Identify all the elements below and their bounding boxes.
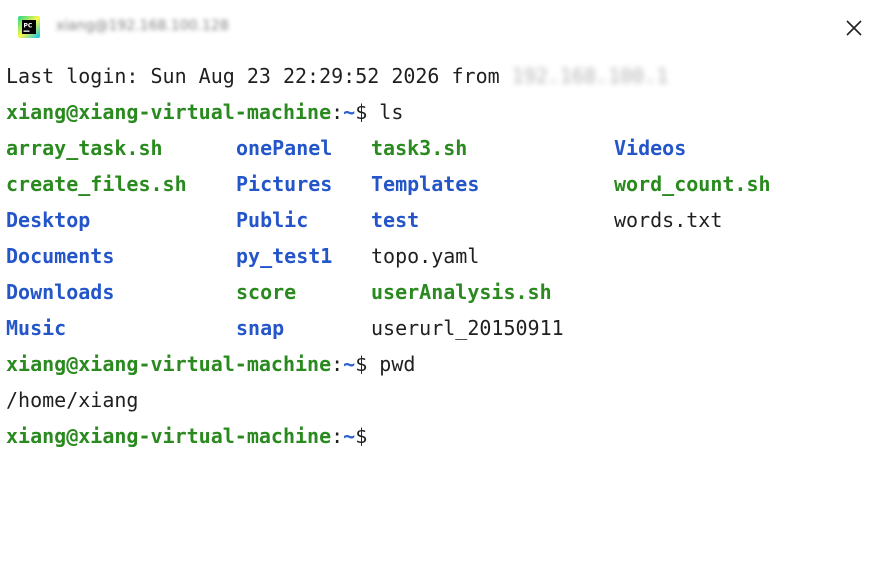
- ls-entry: topo.yaml: [371, 244, 480, 268]
- svg-text:PC: PC: [24, 23, 33, 30]
- prompt-line: xiang@xiang-virtual-machine:~$ ls: [6, 94, 872, 130]
- ls-entry: Videos: [614, 136, 687, 160]
- prompt-path: ~: [343, 100, 356, 124]
- command-text: ls: [379, 100, 404, 124]
- prompt-line: xiang@xiang-virtual-machine:~$ pwd: [6, 346, 872, 382]
- pwd-output: /home/xiang: [6, 388, 139, 412]
- ls-entry: Downloads: [6, 280, 115, 304]
- last-login-text: Last login: Sun Aug 23 22:29:52 2026 fro…: [6, 64, 500, 88]
- window-title: xiang@192.168.100.128: [56, 18, 229, 34]
- prompt-user-host: xiang@xiang-virtual-machine: [6, 100, 332, 124]
- ls-entry: word_count.sh: [614, 172, 771, 196]
- ls-entry: Templates: [371, 172, 480, 196]
- last-login-host: 192.168.100.1: [511, 64, 669, 88]
- ls-output: array_task.sh create_files.sh Desktop Docum…: [6, 130, 872, 346]
- prompt-dollar: $: [355, 352, 368, 376]
- prompt-path: ~: [343, 352, 356, 376]
- terminal-window: PC xiang@192.168.100.128 Last login: Sun…: [0, 0, 878, 587]
- last-login-line: Last login: Sun Aug 23 22:29:52 2026 fro…: [6, 58, 872, 94]
- ls-entry: Public: [236, 208, 309, 232]
- ls-entry: words.txt: [614, 208, 723, 232]
- ls-entry: Pictures: [236, 172, 333, 196]
- ls-entry: Documents: [6, 244, 115, 268]
- close-button[interactable]: [838, 12, 870, 44]
- prompt-colon: :: [331, 100, 344, 124]
- prompt-dollar: $: [355, 424, 368, 448]
- ls-entry: Desktop: [6, 208, 91, 232]
- ls-entry: userAnalysis.sh: [371, 280, 552, 304]
- ls-entry: onePanel: [236, 136, 333, 160]
- terminal-output[interactable]: Last login: Sun Aug 23 22:29:52 2026 fro…: [6, 58, 872, 578]
- ls-entry: array_task.sh: [6, 136, 163, 160]
- prompt-colon: :: [331, 424, 344, 448]
- ls-entry: score: [236, 280, 297, 304]
- prompt-dollar: $: [355, 100, 368, 124]
- command-text: pwd: [379, 352, 416, 376]
- ls-entry: snap: [236, 316, 285, 340]
- ls-entry: task3.sh: [371, 136, 468, 160]
- ls-entry: Music: [6, 316, 67, 340]
- ls-entry: test: [371, 208, 420, 232]
- prompt-line-current[interactable]: xiang@xiang-virtual-machine:~$: [6, 418, 872, 454]
- ls-entry: create_files.sh: [6, 172, 187, 196]
- prompt-colon: :: [331, 352, 344, 376]
- title-bar: PC xiang@192.168.100.128: [0, 0, 878, 56]
- pycharm-icon: PC: [18, 16, 40, 38]
- ls-entry: userurl_20150911: [371, 316, 564, 340]
- ls-entry: py_test1: [236, 244, 333, 268]
- prompt-user-host: xiang@xiang-virtual-machine: [6, 352, 332, 376]
- prompt-path: ~: [343, 424, 356, 448]
- close-icon: [846, 20, 862, 36]
- prompt-user-host: xiang@xiang-virtual-machine: [6, 424, 332, 448]
